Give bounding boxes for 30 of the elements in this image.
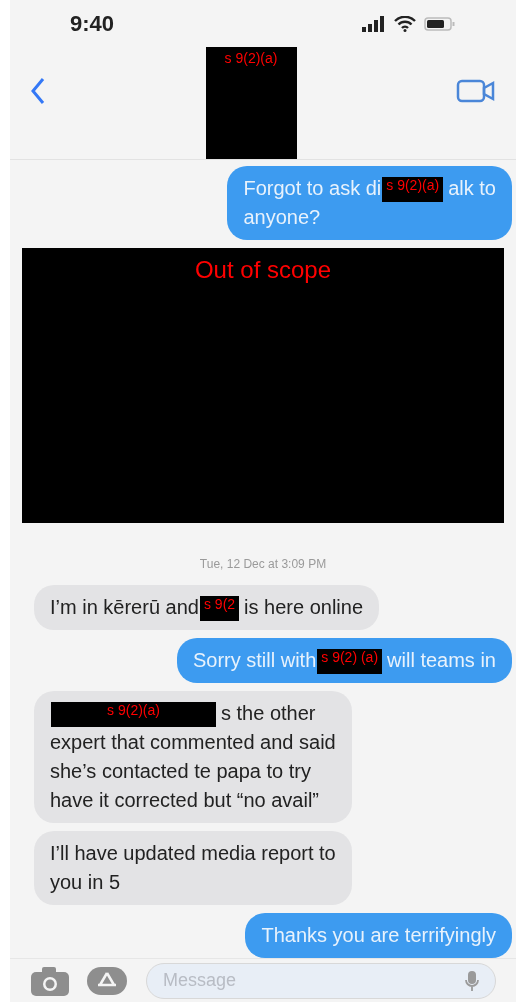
message-text: alk to [448, 177, 496, 199]
message-text: will teams in [387, 649, 496, 671]
message-text: s the other [221, 702, 316, 724]
camera-icon[interactable] [30, 965, 70, 996]
message-text: anyone? [243, 206, 321, 228]
message-text: you in 5 [50, 871, 121, 893]
message-text: I’ll have updated media report to [50, 842, 336, 864]
message-text: I’m in kērerū and [50, 596, 199, 618]
redaction-block: Out of scope [22, 248, 504, 523]
redaction-block: s 9(2)(a) [205, 47, 297, 159]
message-text: Thanks you are terrifyingly [261, 924, 496, 946]
redaction-block: s 9(2)(a) [382, 177, 444, 203]
microphone-icon[interactable] [465, 969, 479, 992]
wifi-icon [394, 15, 416, 32]
message-text: is here online [244, 596, 364, 618]
message-text: have it corrected but “no avail” [50, 789, 320, 811]
redaction-block: s 9(2)(a) [51, 702, 216, 728]
redaction-block: s 9(2 [199, 596, 240, 622]
app-store-icon[interactable] [86, 965, 130, 996]
timestamp: Tue, 12 Dec at 3:09 PM [199, 556, 327, 573]
message-text: Forgot to ask di [243, 177, 382, 199]
status-time: 9:40 [70, 10, 115, 38]
video-camera-icon[interactable] [456, 79, 496, 103]
battery-icon [424, 15, 456, 32]
message-text: Sorry still with [192, 649, 317, 671]
redaction-block: s 9(2) (a) [317, 649, 383, 675]
back-chevron-icon[interactable] [30, 77, 46, 105]
message-text: she’s contacted te papa to try [50, 760, 311, 782]
signal-icon [362, 15, 386, 32]
message-text: expert that commented and said [50, 731, 336, 753]
